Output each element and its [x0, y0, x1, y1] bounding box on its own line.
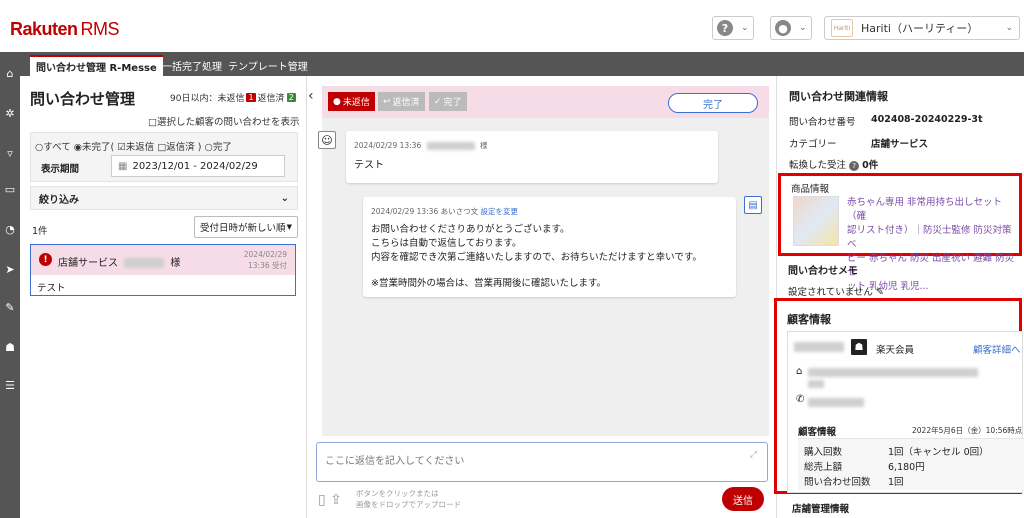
customer-info-title: 顧客情報: [787, 313, 831, 326]
edit-pencil-icon[interactable]: ✎: [876, 287, 884, 298]
status-unreplied-button[interactable]: ● 未返信: [328, 92, 375, 111]
chart-icon[interactable]: ◔: [3, 222, 17, 236]
list-icon[interactable]: ☰: [3, 378, 17, 392]
tab-template-manage[interactable]: テンプレート管理: [222, 55, 314, 76]
reply-textarea[interactable]: ここに返信を記入してください ⤢: [316, 442, 768, 482]
caret-down-icon: ▼: [286, 223, 292, 231]
upload-hint: ボタンをクリックまたは 画像をドロップでアップロード: [356, 489, 461, 509]
file-attach-icon[interactable]: ▯ ⇪: [318, 492, 342, 508]
chevron-down-icon: ⌄: [280, 192, 289, 204]
tabs-bar: 問い合わせ管理 R-Messe 一括完了処理 テンプレート管理: [20, 52, 1024, 76]
check-icon: ✓: [434, 96, 442, 107]
shop-name: Hariti（ハーリティー）: [861, 22, 979, 35]
change-settings-link[interactable]: 設定を変更: [481, 207, 519, 216]
help-icon[interactable]: ?: [849, 161, 860, 171]
store-management-title: 店舗管理情報: [792, 504, 850, 515]
show-selected-checkbox[interactable]: □選択した顧客の問い合わせを表示: [148, 114, 299, 128]
shop-logo: Hariti: [831, 19, 853, 37]
top-header: Rakuten RMS ? ⌄ ● ⌄ Hariti Hariti（ハーリティー）…: [0, 0, 1024, 52]
send-button[interactable]: 送信: [722, 487, 764, 511]
inquiry-preview: テスト: [37, 283, 66, 294]
status-bar: ● 未返信 ↩ 返信済 ✓ 完了 完了: [322, 86, 769, 118]
page-title: 問い合わせ管理: [30, 90, 136, 108]
category-value: 店舗サービス: [871, 139, 929, 150]
status-replied-button[interactable]: ↩ 返信済: [378, 92, 425, 111]
customer-detail-link[interactable]: 顧客詳細へ: [973, 342, 1021, 356]
product-info-highlight: 商品情報 赤ちゃん専用 非常用持ち出しセット（確 認リスト付き）｜防災士監修 防…: [778, 173, 1022, 292]
gear-icon[interactable]: ✲: [3, 106, 17, 120]
memo-title: 問い合わせメモ: [788, 266, 858, 277]
help-icon: ?: [717, 20, 733, 36]
help-menu-button[interactable]: ? ⌄: [712, 16, 754, 40]
narrow-down-toggle[interactable]: 絞り込み ⌄: [30, 186, 298, 210]
inquiry-list-item[interactable]: ! 店舗サービス 様 2024/02/29 13:36 受付 テスト: [30, 244, 296, 296]
customer-card: ☗ 楽天会員 顧客詳細へ ⌂ ✆ 顧客情報 2022年5月6日（金）10:56時…: [787, 331, 1024, 493]
replied-count-badge: 2: [286, 93, 296, 102]
redacted-address: [808, 380, 824, 388]
send-icon[interactable]: ➤: [3, 262, 17, 276]
memo-value[interactable]: 設定されていません ✎: [788, 284, 884, 298]
rakuten-rms-logo[interactable]: Rakuten RMS: [10, 19, 120, 40]
account-menu-button[interactable]: ● ⌄: [770, 16, 812, 40]
product-link[interactable]: 赤ちゃん専用 非常用持ち出しセット（確 認リスト付き）｜防災士監修 防災対策 ベ…: [847, 196, 1019, 294]
unreplied-count-badge: 1: [246, 93, 256, 102]
status-filter-radios[interactable]: ○すべて ◉未完了( ☑未返信 □返信済 ) ○完了: [35, 139, 232, 153]
users-icon[interactable]: ☗: [3, 340, 17, 354]
chevron-down-icon: ⌄: [799, 23, 807, 33]
redacted-name: [124, 258, 165, 268]
converted-orders: 0件: [862, 160, 879, 171]
redacted-name: [794, 342, 844, 352]
redacted-phone: [808, 398, 864, 407]
collapse-left-chevron-icon[interactable]: ‹: [308, 88, 314, 104]
inquiry-counts: 90日以内：未返信 1 返信済 2: [170, 93, 296, 104]
customer-info-highlight: 顧客情報 ☗ 楽天会員 顧客詳細へ ⌂ ✆ 顧客情報 2022年5月6日（金）1…: [774, 298, 1024, 494]
related-info-title: 問い合わせ関連情報: [789, 90, 888, 103]
member-icon: ☗: [851, 339, 867, 355]
reply-icon: ↩: [383, 96, 391, 107]
alert-icon: ●: [333, 96, 341, 107]
inquiry-list-panel: 問い合わせ管理 90日以内：未返信 1 返信済 2 □選択した顧客の問い合わせを…: [20, 76, 307, 518]
purchase-count: 1回（キャンセル 0回）: [888, 447, 989, 458]
tab-r-messe[interactable]: 問い合わせ管理 R-Messe: [30, 55, 163, 76]
home-icon[interactable]: ⌂: [3, 66, 17, 80]
period-input[interactable]: ▦ 2023/12/01 - 2024/02/29: [111, 155, 285, 177]
filter-box: ○すべて ◉未完了( ☑未返信 □返信済 ) ○完了 表示期間 ▦ 2023/1…: [30, 132, 298, 182]
shop-selector[interactable]: Hariti Hariti（ハーリティー） ⌄: [824, 16, 1020, 40]
unreplied-alert-icon: !: [39, 253, 52, 266]
phone-icon: ✆: [796, 394, 805, 405]
redacted-name: [426, 142, 475, 150]
customer-avatar-icon: ☺: [318, 131, 336, 149]
user-icon: ●: [775, 20, 791, 36]
cart-icon[interactable]: ▿: [3, 146, 17, 160]
auto-reply-message: 2024/02/29 13:36 あいさつ文 設定を変更 お問い合わせくださりあ…: [363, 197, 736, 297]
customer-message: 2024/02/29 13:36 様 テスト: [346, 131, 718, 183]
inquiry-category: 店舗サービス: [58, 258, 118, 269]
inquiry-received-date: 2024/02/29 13:36 受付: [243, 250, 287, 270]
inquiry-count: 1回: [888, 477, 904, 488]
period-label: 表示期間: [41, 164, 80, 175]
shipping-icon[interactable]: ▭: [3, 182, 17, 196]
inquiry-number: 402408-20240229-3t: [871, 114, 983, 125]
template-icon[interactable]: ▤: [744, 196, 762, 214]
status-done-button[interactable]: ✓ 完了: [429, 92, 467, 111]
customer-info-date: 2022年5月6日（金）10:56時点: [912, 426, 1023, 435]
tool-icon[interactable]: ✎: [3, 300, 17, 314]
chevron-down-icon: ⌄: [1005, 23, 1013, 33]
result-count: 1件: [32, 226, 48, 237]
complete-button[interactable]: 完了: [668, 93, 758, 113]
expand-icon[interactable]: ⤢: [750, 450, 757, 460]
calendar-icon: ▦: [118, 160, 128, 172]
product-thumbnail[interactable]: [793, 196, 839, 246]
chevron-down-icon: ⌄: [741, 23, 749, 33]
total-sales: 6,180円: [888, 462, 925, 473]
customer-stats: 購入回数 1回（キャンセル 0回） 総売上額 6,180円 問い合わせ回数 1回: [798, 438, 1024, 490]
tab-bulk-complete[interactable]: 一括完了処理: [156, 55, 228, 76]
icon-sidebar: ⌂ ✲ ▿ ▭ ◔ ➤ ✎ ☗ ☰: [0, 52, 20, 518]
home-address-icon: ⌂: [796, 366, 803, 377]
redacted-address: [808, 368, 978, 377]
sort-select[interactable]: 受付日時が新しい順 ▼: [194, 216, 298, 238]
